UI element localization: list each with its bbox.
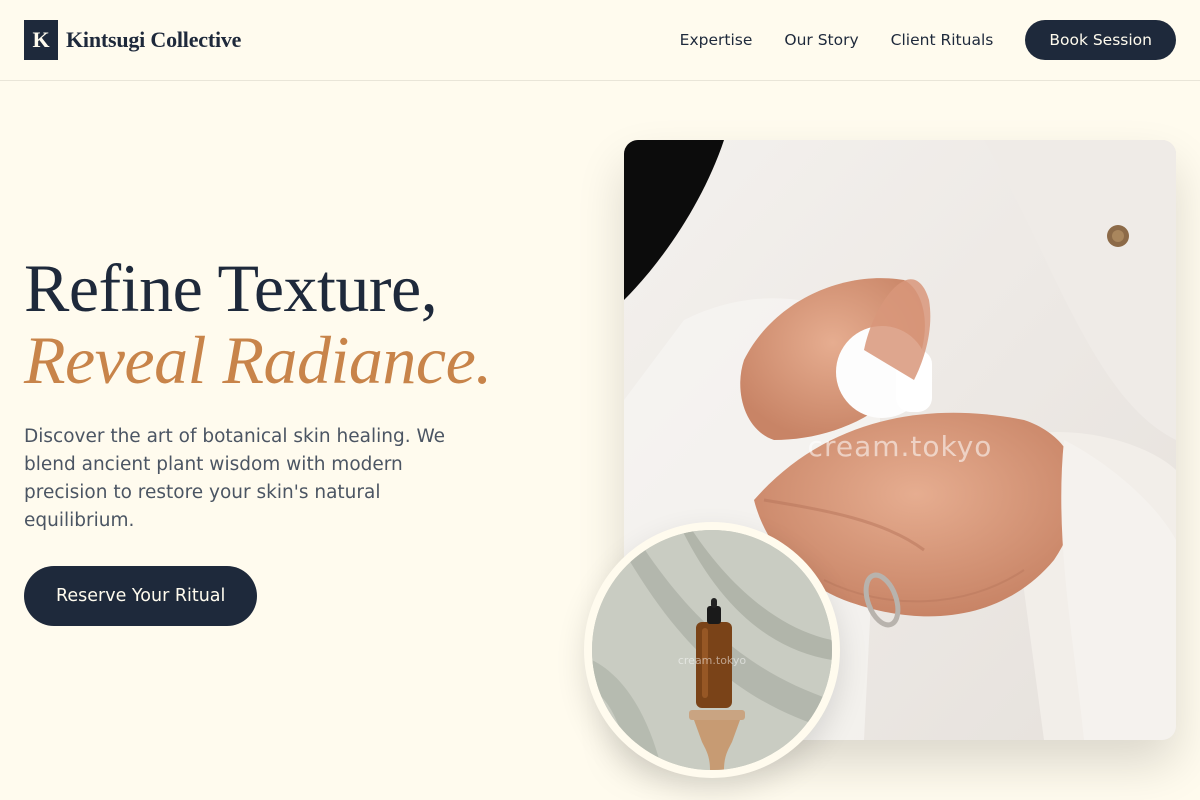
nav-link-client-rituals[interactable]: Client Rituals — [891, 31, 994, 49]
circle-photo-watermark: cream.tokyo — [677, 654, 747, 667]
main-photo-watermark: cream.tokyo — [807, 430, 993, 463]
hero-title-line-2: Reveal Radiance. — [24, 322, 492, 398]
serum-bottle-illustration — [592, 530, 832, 770]
nav-link-our-story[interactable]: Our Story — [784, 31, 858, 49]
brand-logo[interactable]: K Kintsugi Collective — [24, 20, 241, 60]
serum-bottle-photo-inner: cream.tokyo — [592, 530, 832, 770]
nav-link-expertise[interactable]: Expertise — [680, 31, 753, 49]
brand-name: Kintsugi Collective — [66, 27, 242, 52]
reserve-ritual-button[interactable]: Reserve Your Ritual — [24, 566, 258, 626]
hero-title-line-1: Refine Texture, — [24, 250, 438, 326]
hero-title: Refine Texture, Reveal Radiance. — [24, 252, 492, 396]
serum-bottle-photo: cream.tokyo — [584, 522, 840, 778]
top-navigation-bar: K Kintsugi Collective Expertise Our Stor… — [0, 0, 1200, 81]
brand-mark-icon: K — [24, 20, 58, 60]
main-nav: Expertise Our Story Client Rituals Book … — [680, 20, 1176, 60]
hero-description: Discover the art of botanical skin heali… — [24, 426, 446, 531]
book-session-button[interactable]: Book Session — [1025, 20, 1176, 60]
